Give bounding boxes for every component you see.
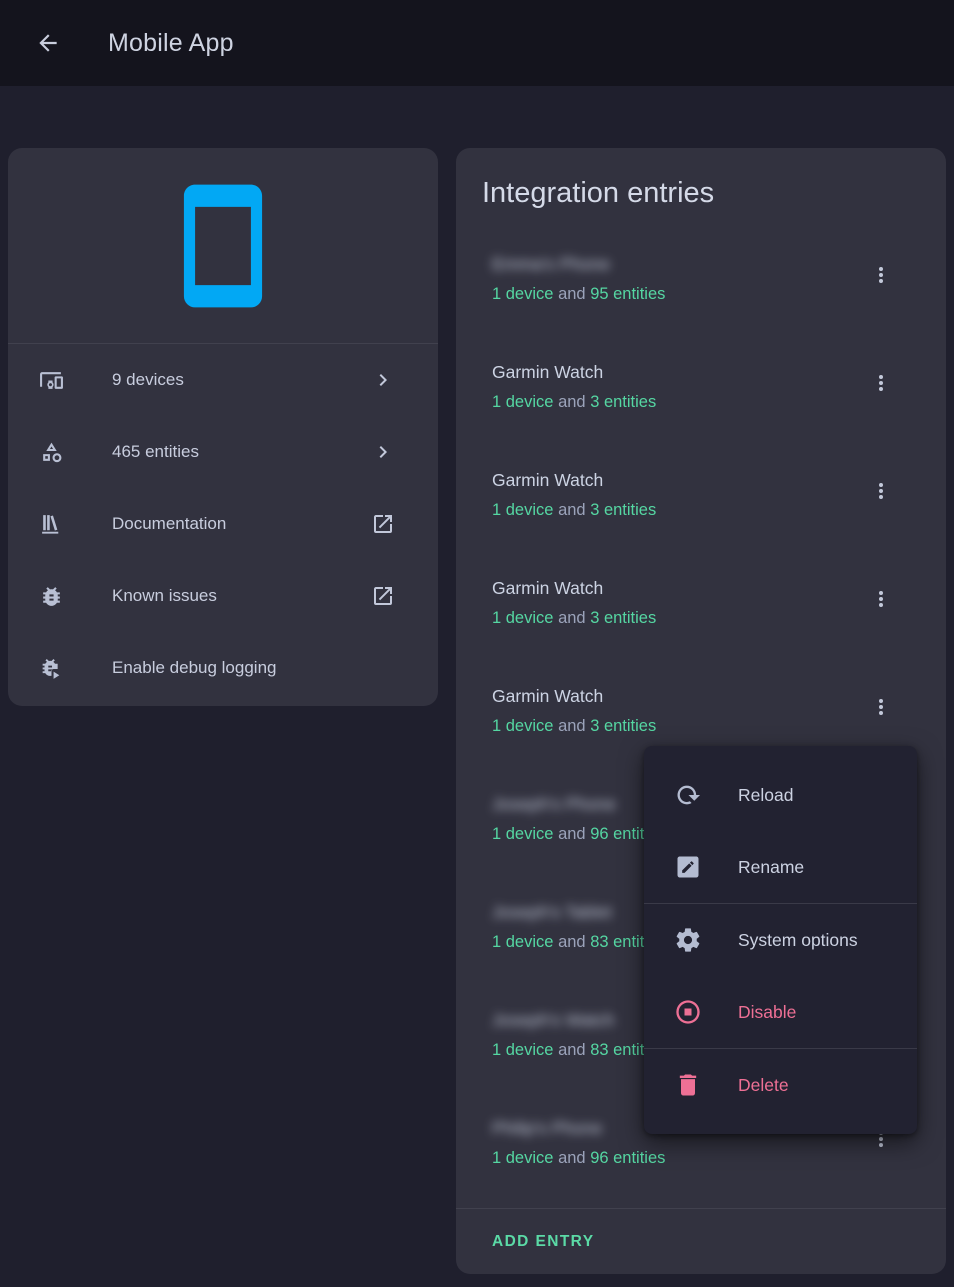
bug-icon <box>39 584 64 609</box>
dots-vertical-icon <box>869 695 893 719</box>
page-title: Mobile App <box>108 29 234 58</box>
info-item-label: 9 devices <box>112 370 371 390</box>
open-in-new-icon <box>371 512 395 536</box>
entry-conjunction: and <box>558 825 590 843</box>
dots-vertical-icon <box>869 479 893 503</box>
entry-entities-link[interactable]: 3 entities <box>590 501 656 519</box>
info-item-enable-debug-logging[interactable]: Enable debug logging <box>8 632 438 704</box>
entry-entities-link[interactable]: 3 entities <box>590 717 656 735</box>
entry-conjunction: and <box>558 717 590 735</box>
info-item-label: Known issues <box>112 586 371 606</box>
entry-menu-button[interactable] <box>861 363 901 403</box>
app-header: Mobile App <box>0 0 954 86</box>
arrow-left-icon <box>35 30 61 56</box>
integration-entry: Garmin Watch 1 device and 3 entities <box>456 564 946 672</box>
menu-item-label: Disable <box>738 1002 796 1023</box>
entry-name: Emma's Phone <box>492 252 610 276</box>
info-list: 9 devices 465 entities Documentation Known … <box>8 344 438 704</box>
pencil-box-icon <box>674 853 702 881</box>
menu-item-disable[interactable]: Disable <box>644 976 917 1048</box>
stop-circle-icon <box>674 998 702 1026</box>
entry-menu-button[interactable] <box>861 255 901 295</box>
library-icon <box>39 512 64 537</box>
entry-conjunction: and <box>558 393 590 411</box>
chevron-right-icon <box>371 368 395 392</box>
entry-conjunction: and <box>558 1149 590 1167</box>
integration-entry: Emma's Phone 1 device and 95 entities <box>456 240 946 348</box>
entry-name: Philip's Phone <box>492 1116 602 1140</box>
entry-conjunction: and <box>558 933 590 951</box>
entry-entities-link[interactable]: 3 entities <box>590 393 656 411</box>
info-item-9-devices[interactable]: 9 devices <box>8 344 438 416</box>
entry-context-menu: Reload Rename System options Disable Delete <box>644 746 917 1134</box>
entry-devices-link[interactable]: 1 device <box>492 393 553 411</box>
integration-entry: Garmin Watch 1 device and 3 entities <box>456 456 946 564</box>
entry-devices-link[interactable]: 1 device <box>492 285 553 303</box>
menu-item-label: System options <box>738 930 858 951</box>
entry-name: Joseph's Phone <box>492 792 616 816</box>
entry-entities-link[interactable]: 3 entities <box>590 609 656 627</box>
menu-item-label: Reload <box>738 785 793 806</box>
info-item-label: Enable debug logging <box>112 658 395 678</box>
entry-menu-button[interactable] <box>861 579 901 619</box>
menu-item-rename[interactable]: Rename <box>644 831 917 903</box>
add-entry-button[interactable]: ADD ENTRY <box>492 1233 594 1251</box>
entry-conjunction: and <box>558 501 590 519</box>
dots-vertical-icon <box>869 371 893 395</box>
menu-item-label: Delete <box>738 1075 789 1096</box>
menu-item-system-options[interactable]: System options <box>644 904 917 976</box>
info-item-documentation[interactable]: Documentation <box>8 488 438 560</box>
devices-icon <box>39 368 64 393</box>
entry-menu-button[interactable] <box>861 687 901 727</box>
info-item-465-entities[interactable]: 465 entities <box>8 416 438 488</box>
dots-vertical-icon <box>869 587 893 611</box>
dots-vertical-icon <box>869 263 893 287</box>
entry-devices-link[interactable]: 1 device <box>492 501 553 519</box>
back-button[interactable] <box>24 19 72 67</box>
cog-icon <box>674 926 702 954</box>
entry-devices-link[interactable]: 1 device <box>492 609 553 627</box>
bug-play-icon <box>39 656 64 681</box>
entry-name: Garmin Watch <box>492 468 603 492</box>
delete-icon <box>674 1071 702 1099</box>
entries-footer: ADD ENTRY <box>456 1208 946 1274</box>
menu-item-delete[interactable]: Delete <box>644 1049 917 1121</box>
integration-info-card: 9 devices 465 entities Documentation Known … <box>8 148 438 706</box>
menu-item-reload[interactable]: Reload <box>644 759 917 831</box>
info-item-label: 465 entities <box>112 442 371 462</box>
entry-name: Joseph's Watch <box>492 1008 614 1032</box>
entry-devices-link[interactable]: 1 device <box>492 825 553 843</box>
entry-name: Garmin Watch <box>492 576 603 600</box>
chevron-right-icon <box>371 440 395 464</box>
menu-item-label: Rename <box>738 857 804 878</box>
entry-entities-link[interactable]: 95 entities <box>590 285 665 303</box>
shapes-icon <box>39 440 64 465</box>
entry-name: Garmin Watch <box>492 360 603 384</box>
entry-conjunction: and <box>558 285 590 303</box>
integration-entry: Garmin Watch 1 device and 3 entities <box>456 348 946 456</box>
integration-hero <box>8 148 438 344</box>
entry-devices-link[interactable]: 1 device <box>492 1149 553 1167</box>
entry-entities-link[interactable]: 96 entities <box>590 1149 665 1167</box>
entry-name: Joseph's Tablet <box>492 900 612 924</box>
info-item-known-issues[interactable]: Known issues <box>8 560 438 632</box>
entry-menu-button[interactable] <box>861 471 901 511</box>
entries-title: Integration entries <box>456 148 946 213</box>
info-item-label: Documentation <box>112 514 371 534</box>
entry-name: Garmin Watch <box>492 684 603 708</box>
reload-icon <box>674 781 702 809</box>
entry-conjunction: and <box>558 609 590 627</box>
entry-devices-link[interactable]: 1 device <box>492 717 553 735</box>
entry-devices-link[interactable]: 1 device <box>492 1041 553 1059</box>
entry-devices-link[interactable]: 1 device <box>492 933 553 951</box>
open-in-new-icon <box>371 584 395 608</box>
cellphone-icon <box>156 179 290 313</box>
entry-conjunction: and <box>558 1041 590 1059</box>
